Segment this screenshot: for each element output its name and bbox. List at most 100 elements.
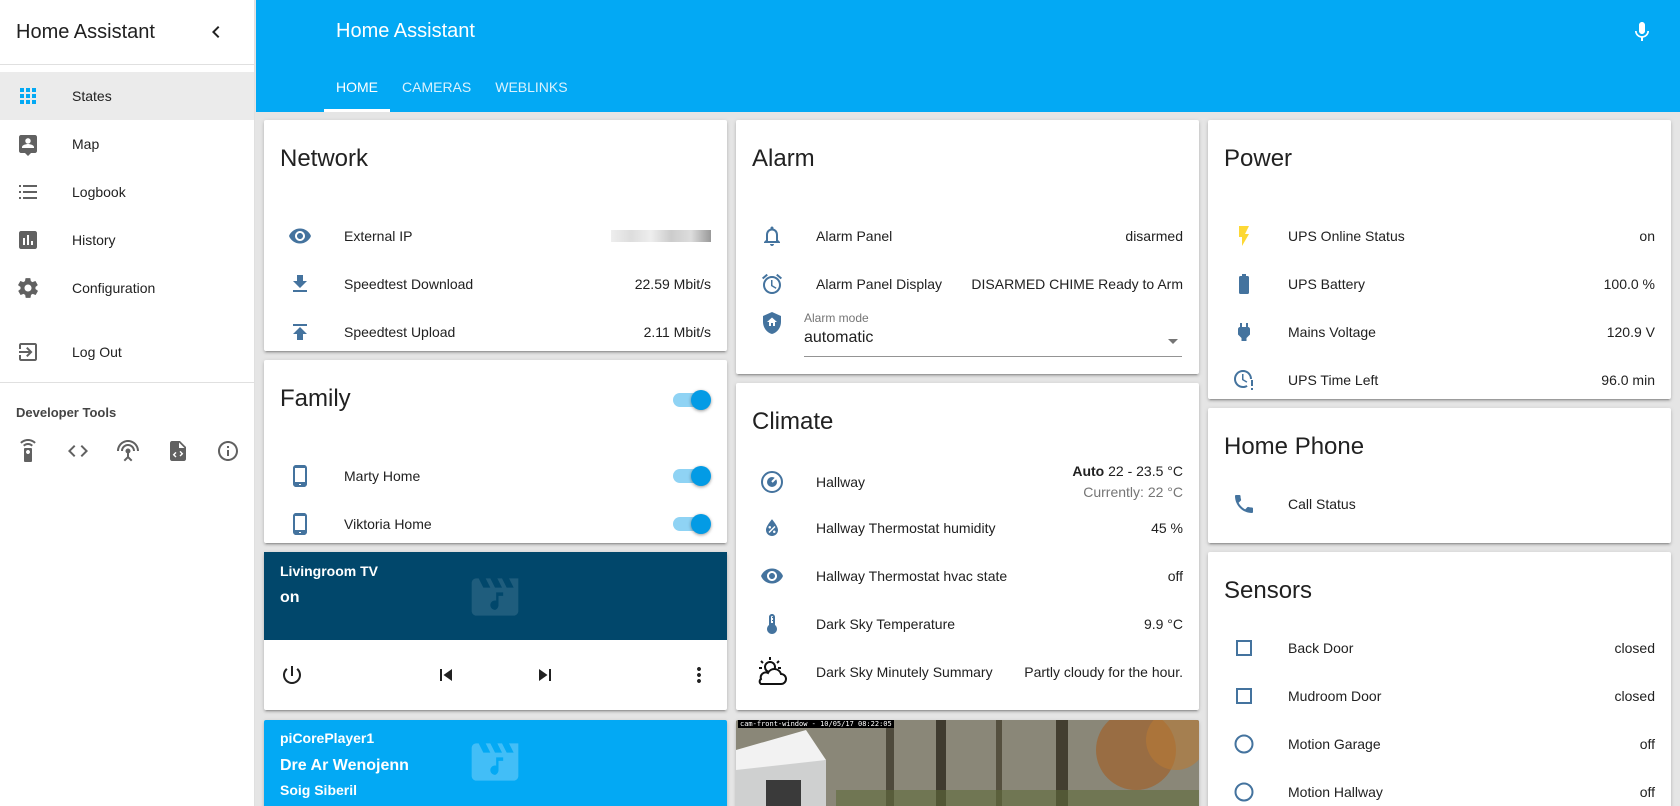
card-title: Climate bbox=[752, 408, 834, 435]
entity-row[interactable]: Motion Hallway off bbox=[1208, 772, 1671, 806]
antenna-icon[interactable] bbox=[116, 439, 140, 463]
sidebar-item-configuration[interactable]: Configuration bbox=[0, 264, 254, 312]
entity-row[interactable]: External IP bbox=[264, 216, 727, 256]
entity-value: 96.0 min bbox=[1601, 372, 1655, 388]
thermostat-range: 22 - 23.5 °C bbox=[1108, 463, 1183, 479]
entity-row[interactable]: Alarm Panel disarmed bbox=[736, 216, 1199, 256]
clock-alert-icon bbox=[1232, 368, 1256, 392]
chevron-left-icon[interactable] bbox=[204, 20, 228, 44]
sidebar-item-logbook[interactable]: Logbook bbox=[0, 168, 254, 216]
sidebar-item-label: Log Out bbox=[72, 344, 122, 360]
entity-name: Hallway bbox=[816, 474, 866, 490]
dropdown-arrow-icon bbox=[1168, 339, 1178, 344]
card-title: Sensors bbox=[1224, 577, 1313, 604]
entity-name: Speedtest Download bbox=[344, 276, 474, 292]
family-group-toggle[interactable] bbox=[673, 390, 711, 410]
entity-row[interactable]: Alarm Panel Display DISARMED CHIME Ready… bbox=[736, 264, 1199, 304]
livingroom-tv-card: Livingroom TV on bbox=[264, 552, 727, 710]
microphone-icon[interactable] bbox=[1630, 20, 1654, 44]
home-phone-card: Home Phone Call Status bbox=[1208, 408, 1671, 543]
entity-value: 9.9 °C bbox=[1143, 616, 1183, 632]
sidebar-menu: States Map Logbook History Configuration… bbox=[0, 65, 254, 376]
entity-value: DISARMED CHIME Ready to Arm bbox=[971, 276, 1183, 292]
camera-timestamp: cam-front-window - 10/05/17 08:22:05 bbox=[738, 720, 894, 728]
entity-name: Hallway Thermostat humidity bbox=[816, 520, 996, 536]
shield-home-icon bbox=[760, 311, 784, 335]
skip-previous-icon[interactable] bbox=[434, 663, 458, 687]
apps-grid-icon bbox=[16, 84, 40, 108]
chart-box-icon bbox=[16, 228, 40, 252]
alarm-mode-value: automatic bbox=[804, 329, 874, 346]
info-icon[interactable] bbox=[216, 439, 240, 463]
file-code-icon[interactable] bbox=[166, 439, 190, 463]
entity-value: closed bbox=[1614, 640, 1655, 656]
entity-name: Motion Garage bbox=[1288, 736, 1381, 752]
alarm-mode-select[interactable]: automatic bbox=[804, 329, 1182, 357]
water-percent-icon bbox=[760, 516, 784, 540]
camera-card[interactable]: cam-front-window - 10/05/17 08:22:05 bbox=[736, 720, 1199, 806]
thermostat-state: Auto 22 - 23.5 °C Currently: 22 °C bbox=[1072, 461, 1183, 503]
sidebar-title: Home Assistant bbox=[16, 20, 155, 43]
alarm-clock-icon bbox=[760, 272, 784, 296]
entity-row[interactable]: Hallway Thermostat humidity 45 % bbox=[736, 508, 1199, 548]
code-icon[interactable] bbox=[66, 439, 90, 463]
entity-row[interactable]: Speedtest Upload 2.11 Mbit/s bbox=[264, 312, 727, 352]
thermostat-icon bbox=[760, 470, 784, 494]
remote-icon[interactable] bbox=[16, 439, 40, 463]
entity-row[interactable]: UPS Online Status on bbox=[1208, 216, 1671, 256]
marty-home-toggle[interactable] bbox=[673, 466, 711, 486]
entity-row[interactable]: Viktoria Home bbox=[264, 504, 727, 544]
entity-row[interactable]: Dark Sky Minutely Summary Partly cloudy … bbox=[736, 652, 1199, 692]
sidebar-item-history[interactable]: History bbox=[0, 216, 254, 264]
entity-name: UPS Online Status bbox=[1288, 228, 1405, 244]
media-info[interactable]: Livingroom TV on bbox=[264, 552, 727, 640]
developer-tools-title: Developer Tools bbox=[16, 405, 117, 420]
media-info[interactable]: piCorePlayer1 Dre Ar Wenojenn Soig Siber… bbox=[264, 720, 727, 806]
entity-name: Motion Hallway bbox=[1288, 784, 1383, 800]
entity-row[interactable]: Back Door closed bbox=[1208, 628, 1671, 668]
entity-name: External IP bbox=[344, 228, 413, 244]
gear-icon bbox=[16, 276, 40, 300]
entity-name: Hallway Thermostat hvac state bbox=[816, 568, 1008, 584]
movie-icon bbox=[464, 734, 526, 795]
entity-row[interactable]: UPS Battery 100.0 % bbox=[1208, 264, 1671, 304]
entity-row[interactable]: Motion Garage off bbox=[1208, 724, 1671, 764]
thermostat-row[interactable]: Hallway Auto 22 - 23.5 °C Currently: 22 … bbox=[736, 457, 1199, 507]
entity-name: Mains Voltage bbox=[1288, 324, 1376, 340]
entity-row[interactable]: Hallway Thermostat hvac state off bbox=[736, 556, 1199, 596]
tab-cameras[interactable]: CAMERAS bbox=[390, 76, 483, 112]
entity-row[interactable]: Mudroom Door closed bbox=[1208, 676, 1671, 716]
card-title: Home Phone bbox=[1224, 433, 1365, 460]
entity-name: Speedtest Upload bbox=[344, 324, 456, 340]
square-outline-icon bbox=[1232, 684, 1256, 708]
entity-value: 2.11 Mbit/s bbox=[643, 324, 711, 340]
power-icon[interactable] bbox=[280, 663, 304, 687]
entity-row[interactable]: Marty Home bbox=[264, 456, 727, 496]
sidebar-item-logout[interactable]: Log Out bbox=[0, 328, 254, 376]
app-toolbar: Home Assistant HOME CAMERAS WEBLINKS bbox=[256, 0, 1680, 112]
movie-icon bbox=[464, 569, 526, 630]
entity-row[interactable]: Speedtest Download 22.59 Mbit/s bbox=[264, 264, 727, 304]
skip-next-icon[interactable] bbox=[533, 663, 557, 687]
entity-row[interactable]: Call Status bbox=[1208, 484, 1671, 524]
entity-row[interactable]: Dark Sky Temperature 9.9 °C bbox=[736, 604, 1199, 644]
phone-icon bbox=[1232, 492, 1256, 516]
more-vert-icon[interactable] bbox=[687, 663, 711, 687]
sidebar-item-label: History bbox=[72, 232, 116, 248]
viktoria-home-toggle[interactable] bbox=[673, 514, 711, 534]
entity-name: Marty Home bbox=[344, 468, 421, 484]
entity-value: 100.0 % bbox=[1603, 276, 1655, 292]
circle-outline-icon bbox=[1232, 732, 1256, 756]
sidebar-item-map[interactable]: Map bbox=[0, 120, 254, 168]
tab-weblinks[interactable]: WEBLINKS bbox=[483, 76, 579, 112]
entity-name: UPS Battery bbox=[1288, 276, 1366, 292]
bell-outline-icon bbox=[760, 224, 784, 248]
entity-row[interactable]: UPS Time Left 96.0 min bbox=[1208, 360, 1671, 400]
alarm-mode-label: Alarm mode bbox=[804, 311, 869, 325]
entity-name: Dark Sky Minutely Summary bbox=[816, 664, 993, 680]
sidebar-item-states[interactable]: States bbox=[0, 72, 254, 120]
entity-value: disarmed bbox=[1125, 228, 1183, 244]
entity-row[interactable]: Mains Voltage 120.9 V bbox=[1208, 312, 1671, 352]
tab-home[interactable]: HOME bbox=[324, 76, 390, 112]
sidebar-item-label: Logbook bbox=[72, 184, 126, 200]
